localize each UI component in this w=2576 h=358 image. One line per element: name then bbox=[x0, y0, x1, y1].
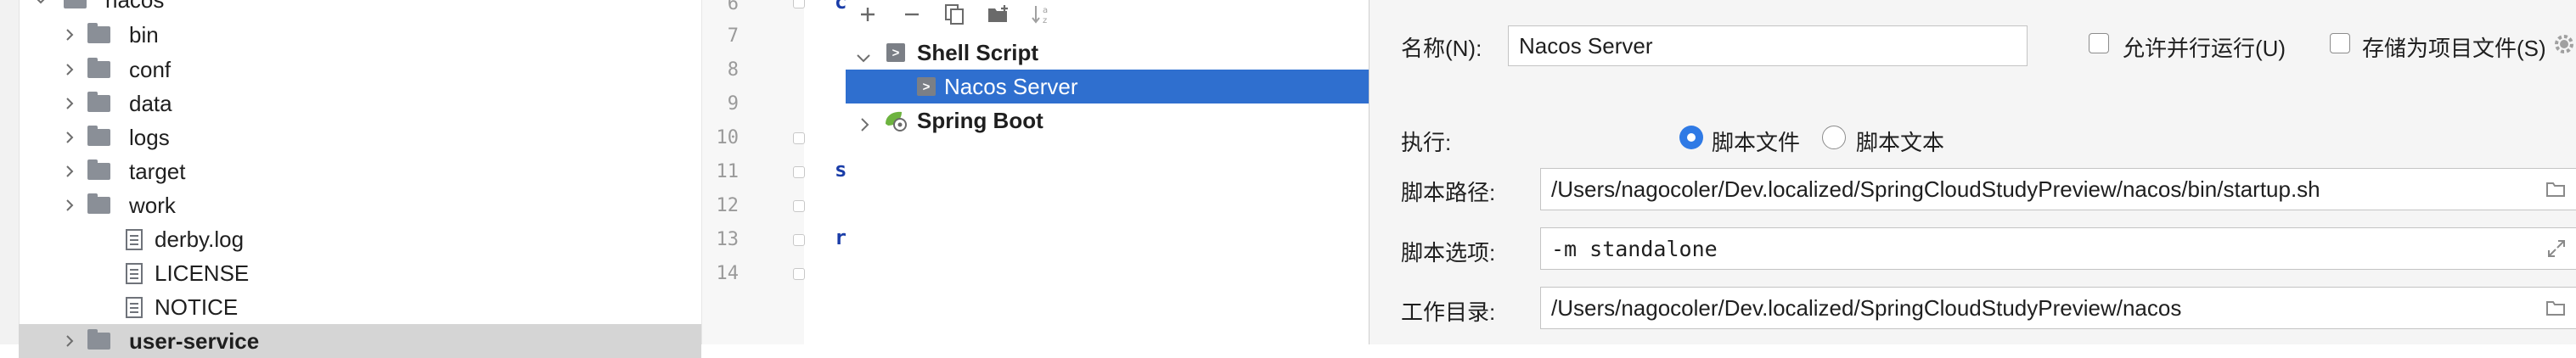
tree-item-label: nacos bbox=[105, 0, 164, 14]
config-group-shell-script[interactable]: > Shell Script bbox=[846, 36, 1369, 70]
folder-icon bbox=[87, 159, 110, 182]
script-options-label: 脚本选项: bbox=[1401, 240, 1496, 266]
script-text-radio[interactable] bbox=[1822, 126, 1846, 149]
config-item-nacos-server[interactable]: > Nacos Server bbox=[846, 70, 1369, 103]
line-number: 12 bbox=[716, 195, 740, 216]
tree-item-notice[interactable]: NOTICE bbox=[19, 290, 701, 324]
file-icon bbox=[122, 228, 146, 250]
line-number: 10 bbox=[716, 127, 740, 148]
tree-item-label: user-service bbox=[129, 327, 260, 354]
working-dir-field[interactable]: /Users/nagocoler/Dev.localized/SpringClo… bbox=[1540, 287, 2576, 329]
config-group-label: Shell Script bbox=[917, 39, 1039, 65]
browse-folder-icon[interactable] bbox=[2544, 295, 2569, 321]
chevron-right-icon[interactable] bbox=[61, 92, 78, 115]
line-number: 11 bbox=[716, 161, 740, 182]
folder-icon bbox=[87, 23, 110, 45]
script-options-field[interactable]: -m standalone bbox=[1540, 227, 2576, 270]
folder-icon bbox=[87, 193, 110, 215]
chevron-right-icon[interactable] bbox=[61, 159, 78, 183]
folder-icon bbox=[87, 329, 110, 351]
tree-item-conf[interactable]: conf bbox=[19, 53, 701, 87]
chevron-down-icon[interactable] bbox=[32, 0, 49, 12]
plus-icon[interactable] bbox=[854, 2, 881, 27]
chevron-down-icon[interactable] bbox=[856, 44, 871, 70]
gear-icon[interactable] bbox=[2552, 32, 2576, 60]
config-group-label: Spring Boot bbox=[917, 107, 1043, 133]
tree-item-bin[interactable]: bin bbox=[19, 18, 701, 52]
svg-text:a: a bbox=[1043, 6, 1048, 15]
allow-parallel-label[interactable]: 允许并行运行(U) bbox=[2123, 31, 2286, 63]
fold-marker-icon[interactable] bbox=[793, 132, 805, 144]
line-number: 7 bbox=[727, 25, 739, 47]
allow-parallel-checkbox[interactable] bbox=[2089, 33, 2109, 53]
script-path-label: 脚本路径: bbox=[1401, 180, 1496, 205]
expand-icon[interactable] bbox=[2544, 236, 2569, 261]
project-tree-gutter bbox=[0, 0, 20, 344]
fold-marker-icon[interactable] bbox=[793, 166, 805, 178]
tree-item-license[interactable]: LICENSE bbox=[19, 256, 701, 290]
tree-item-data[interactable]: data bbox=[19, 87, 701, 120]
folder-add-icon[interactable] bbox=[985, 2, 1012, 27]
fold-marker-icon[interactable] bbox=[793, 0, 805, 8]
script-path-field[interactable]: /Users/nagocoler/Dev.localized/SpringClo… bbox=[1540, 168, 2576, 210]
tree-item-derby-log[interactable]: derby.log bbox=[19, 222, 701, 256]
file-icon bbox=[122, 296, 146, 318]
tree-item-work[interactable]: work bbox=[19, 188, 701, 222]
folder-icon bbox=[87, 126, 110, 148]
chevron-right-icon[interactable] bbox=[61, 23, 78, 47]
sort-alpha-icon[interactable]: az bbox=[1029, 2, 1056, 27]
execute-label: 执行: bbox=[1401, 130, 1452, 155]
tree-item-label: bin bbox=[129, 21, 159, 48]
chevron-right-icon[interactable] bbox=[859, 112, 871, 138]
tree-item-label: LICENSE bbox=[155, 260, 250, 286]
chevron-right-icon[interactable] bbox=[61, 58, 78, 81]
store-as-project-label[interactable]: 存储为项目文件(S) bbox=[2362, 31, 2546, 63]
chevron-right-icon[interactable] bbox=[61, 193, 78, 217]
minus-icon[interactable] bbox=[898, 2, 925, 27]
folder-icon bbox=[87, 92, 110, 114]
fold-marker-icon[interactable] bbox=[793, 234, 805, 246]
chevron-right-icon[interactable] bbox=[61, 329, 78, 353]
tree-item-label: logs bbox=[129, 124, 170, 150]
browse-folder-icon[interactable] bbox=[2544, 176, 2569, 202]
tree-item-label: work bbox=[129, 192, 176, 218]
chevron-right-icon[interactable] bbox=[61, 126, 78, 149]
shell-script-icon: > bbox=[917, 77, 936, 96]
line-number: 13 bbox=[716, 229, 740, 250]
config-group-spring-boot[interactable]: Spring Boot bbox=[846, 103, 1369, 137]
tree-item-label: target bbox=[129, 158, 186, 184]
script-file-radio[interactable] bbox=[1679, 126, 1703, 149]
store-as-project-checkbox[interactable] bbox=[2330, 33, 2350, 53]
tree-item-target[interactable]: target bbox=[19, 154, 701, 188]
tree-item-label: data bbox=[129, 90, 172, 116]
tree-item-label: derby.log bbox=[155, 226, 245, 252]
name-field[interactable]: Nacos Server bbox=[1508, 25, 2028, 66]
tree-item-label: conf bbox=[129, 56, 172, 82]
copy-icon[interactable] bbox=[941, 2, 968, 27]
fold-marker-icon[interactable] bbox=[793, 200, 805, 212]
working-dir-label: 工作目录: bbox=[1401, 299, 1496, 325]
name-label: 名称(N): bbox=[1401, 36, 1482, 61]
file-icon bbox=[122, 262, 146, 284]
config-item-label: Nacos Server bbox=[944, 73, 1078, 99]
line-number: 9 bbox=[727, 93, 739, 115]
spring-boot-icon bbox=[883, 109, 908, 132]
line-number: 6 bbox=[727, 0, 739, 14]
tree-item-logs[interactable]: logs bbox=[19, 120, 701, 154]
script-text-radio-label[interactable]: 脚本文本 bbox=[1856, 126, 1944, 157]
fold-marker-icon[interactable] bbox=[793, 268, 805, 280]
script-file-radio-label[interactable]: 脚本文件 bbox=[1712, 126, 1800, 157]
shell-script-icon: > bbox=[886, 43, 905, 62]
tree-item-user-service[interactable]: user-service bbox=[19, 324, 701, 358]
line-number: 8 bbox=[727, 59, 739, 81]
svg-text:z: z bbox=[1043, 16, 1047, 25]
folder-icon bbox=[63, 0, 87, 10]
folder-icon bbox=[87, 58, 110, 80]
tree-item-label: NOTICE bbox=[155, 294, 239, 320]
tree-item-nacos[interactable]: nacos bbox=[19, 0, 701, 17]
line-number: 14 bbox=[716, 263, 740, 284]
